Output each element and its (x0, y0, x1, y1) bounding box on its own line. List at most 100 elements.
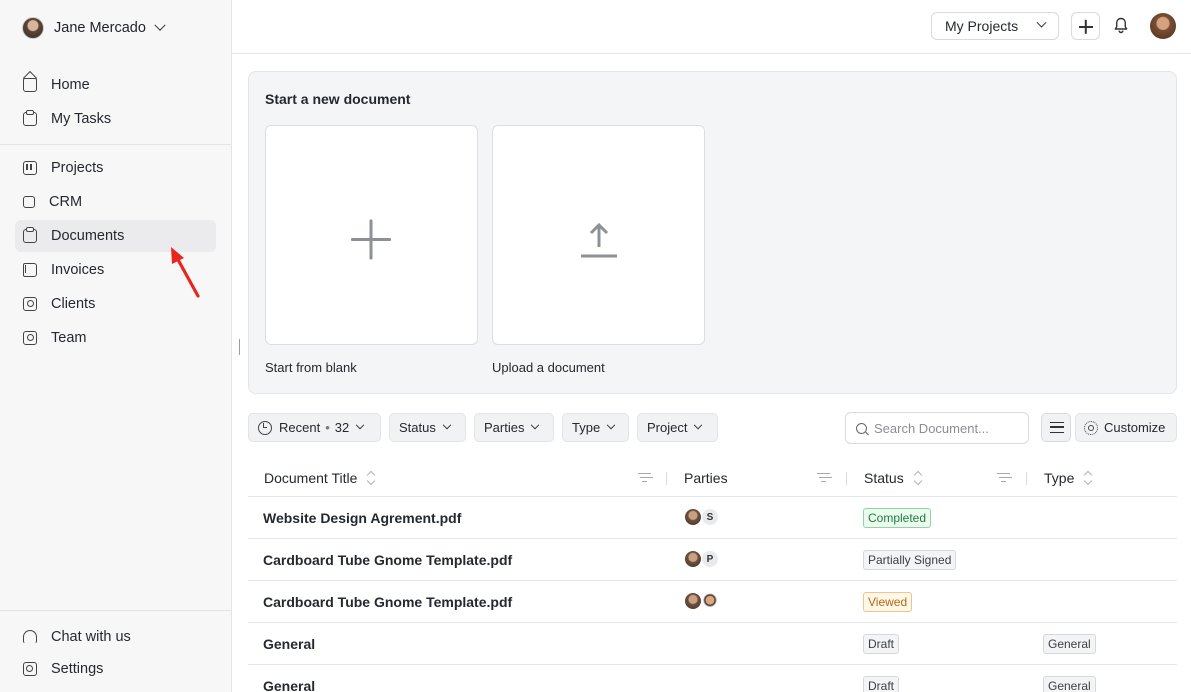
document-title[interactable]: Cardboard Tube Gnome Template.pdf (263, 594, 512, 610)
type-filter-label: Type (572, 420, 601, 435)
column-divider[interactable] (1026, 472, 1027, 485)
nav-item-team[interactable]: Team (15, 322, 216, 354)
status-badge: Draft (863, 676, 900, 692)
sort-icon[interactable] (367, 471, 375, 485)
document-icon (23, 227, 37, 243)
upload-document-label: Upload a document (492, 360, 605, 375)
search-input[interactable] (874, 420, 1024, 436)
parties-filter[interactable]: Parties (474, 413, 554, 442)
search-box[interactable] (845, 412, 1029, 444)
annotation-arrow-icon (171, 247, 200, 298)
column-header-type[interactable]: Type (1044, 470, 1092, 486)
column-header-title[interactable]: Document Title (264, 470, 375, 486)
filter-icon[interactable] (997, 473, 1010, 483)
parties-avatars: S (684, 508, 719, 526)
avatar (684, 592, 702, 610)
project-select[interactable]: My Projects (931, 12, 1059, 40)
clipboard-icon (23, 110, 37, 126)
parties-filter-label: Parties (484, 420, 525, 435)
nav-item-settings[interactable]: Settings (15, 653, 216, 685)
plus-icon (351, 219, 391, 259)
table-row[interactable]: General Draft General (248, 623, 1177, 665)
user-menu[interactable]: Jane Mercado (22, 16, 166, 40)
nav-item-home[interactable]: Home (15, 69, 216, 101)
table-header: Document Title Parties Status Type (248, 460, 1177, 497)
table-row[interactable]: Cardboard Tube Gnome Template.pdf Viewed (248, 581, 1177, 623)
column-divider[interactable] (666, 472, 667, 485)
recent-count: 32 (334, 420, 350, 435)
user-name: Jane Mercado (54, 20, 146, 36)
avatar[interactable] (1150, 13, 1176, 39)
type-badge: General (1043, 634, 1096, 654)
divider (0, 610, 231, 611)
recent-label: Recent (279, 420, 321, 435)
nav-label: Home (51, 77, 90, 93)
status-filter-label: Status (399, 420, 436, 435)
start-from-blank-label: Start from blank (265, 360, 357, 375)
sort-icon[interactable] (914, 471, 922, 485)
column-label: Parties (684, 470, 728, 486)
nav-label: Team (51, 330, 87, 346)
type-filter[interactable]: Type (562, 413, 629, 442)
type-badge: General (1043, 676, 1096, 692)
table-row[interactable]: Cardboard Tube Gnome Template.pdf P Partia… (248, 539, 1177, 581)
status-badge: Draft (863, 634, 900, 654)
project-filter[interactable]: Project (637, 413, 718, 442)
settings-icon (23, 662, 37, 676)
column-label: Type (1044, 470, 1075, 486)
nav-label: Documents (51, 228, 125, 244)
upload-document-card[interactable] (492, 125, 705, 345)
bookmark-icon (23, 263, 37, 277)
filter-icon[interactable] (638, 473, 651, 483)
chevron-down-icon (355, 420, 365, 429)
column-label: Status (864, 470, 904, 486)
recent-filter[interactable]: Recent • 32 (248, 413, 381, 442)
party-initial: P (701, 550, 719, 568)
table-row[interactable]: General Draft General (248, 665, 1177, 692)
chevron-down-icon (531, 420, 540, 429)
avatar (22, 17, 44, 39)
crm-icon (23, 196, 35, 208)
filter-icon[interactable] (817, 473, 830, 483)
bell-icon[interactable] (1114, 17, 1128, 34)
chevron-down-icon (606, 420, 616, 429)
status-filter[interactable]: Status (389, 413, 466, 442)
search-icon (856, 422, 867, 434)
column-header-parties[interactable]: Parties (684, 470, 728, 486)
nav-label: My Tasks (51, 111, 112, 127)
nav-label: Clients (51, 296, 96, 312)
nav-label: Settings (51, 661, 104, 677)
sidebar-resize-handle[interactable] (239, 339, 240, 355)
separator-dot: • (325, 420, 330, 435)
nav-item-crm[interactable]: CRM (15, 186, 216, 218)
table-row[interactable]: Website Design Agrement.pdf S Completed (248, 497, 1177, 539)
nav-item-projects[interactable]: Projects (15, 152, 216, 184)
status-badge: Viewed (863, 592, 913, 612)
start-from-blank-card[interactable] (265, 125, 478, 345)
nav-item-my-tasks[interactable]: My Tasks (15, 103, 216, 135)
list-view-button[interactable] (1041, 413, 1071, 442)
divider (0, 144, 231, 145)
panel-title: Start a new document (265, 91, 411, 107)
document-title[interactable]: General (263, 678, 315, 692)
column-divider[interactable] (846, 472, 847, 485)
list-icon (1050, 422, 1064, 433)
party-initial: S (701, 508, 719, 526)
chevron-down-icon (442, 420, 452, 429)
chevron-down-icon (154, 19, 166, 31)
sort-icon[interactable] (1084, 471, 1092, 485)
customize-button[interactable]: Customize (1075, 413, 1177, 442)
document-title[interactable]: Website Design Agrement.pdf (263, 510, 461, 526)
project-filter-label: Project (647, 420, 688, 435)
avatar (684, 550, 702, 568)
document-title[interactable]: General (263, 636, 315, 652)
chevron-down-icon (694, 420, 703, 429)
clock-icon (258, 420, 272, 435)
nav-label: Projects (51, 160, 104, 176)
column-label: Document Title (264, 470, 358, 486)
board-icon (23, 161, 37, 175)
add-button[interactable] (1071, 12, 1100, 40)
nav-item-chat[interactable]: Chat with us (15, 621, 216, 653)
document-title[interactable]: Cardboard Tube Gnome Template.pdf (263, 552, 512, 568)
column-header-status[interactable]: Status (864, 470, 922, 486)
